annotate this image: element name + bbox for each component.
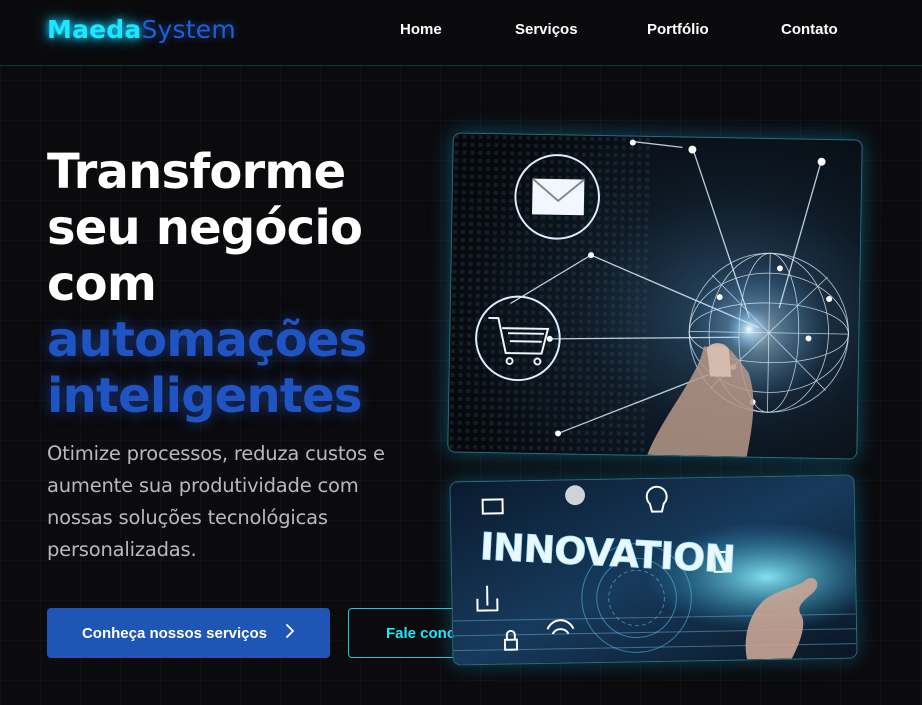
- main-nav: Home Serviços Portfólio Contato: [0, 21, 922, 43]
- innovation-image: INNOVATION: [449, 474, 858, 666]
- site-header: MaedaSystem Home Serviços Portfólio Cont…: [0, 0, 922, 66]
- chevron-right-icon: [285, 624, 295, 642]
- nav-services[interactable]: Serviços: [515, 21, 578, 38]
- nav-home[interactable]: Home: [400, 21, 442, 38]
- hero-title-accent-1: automações: [47, 312, 367, 368]
- services-button[interactable]: Conheça nossos serviços: [47, 608, 330, 658]
- hero-title: Transforme seu negócio com automações in…: [47, 144, 427, 424]
- hero-subtitle: Otimize processos, reduza custos e aumen…: [47, 442, 385, 561]
- network-image: [447, 132, 863, 460]
- nav-portfolio[interactable]: Portfólio: [647, 21, 709, 38]
- services-button-label: Conheça nossos serviços: [81, 624, 268, 642]
- hero-title-line-1: Transforme: [47, 144, 346, 200]
- hero-title-line-3: com: [47, 256, 157, 312]
- nav-contact[interactable]: Contato: [781, 21, 838, 38]
- envelope-icon: [531, 177, 586, 216]
- hero-title-line-2: seu negócio: [47, 200, 363, 256]
- hero-title-accent-2: inteligentes: [47, 368, 362, 424]
